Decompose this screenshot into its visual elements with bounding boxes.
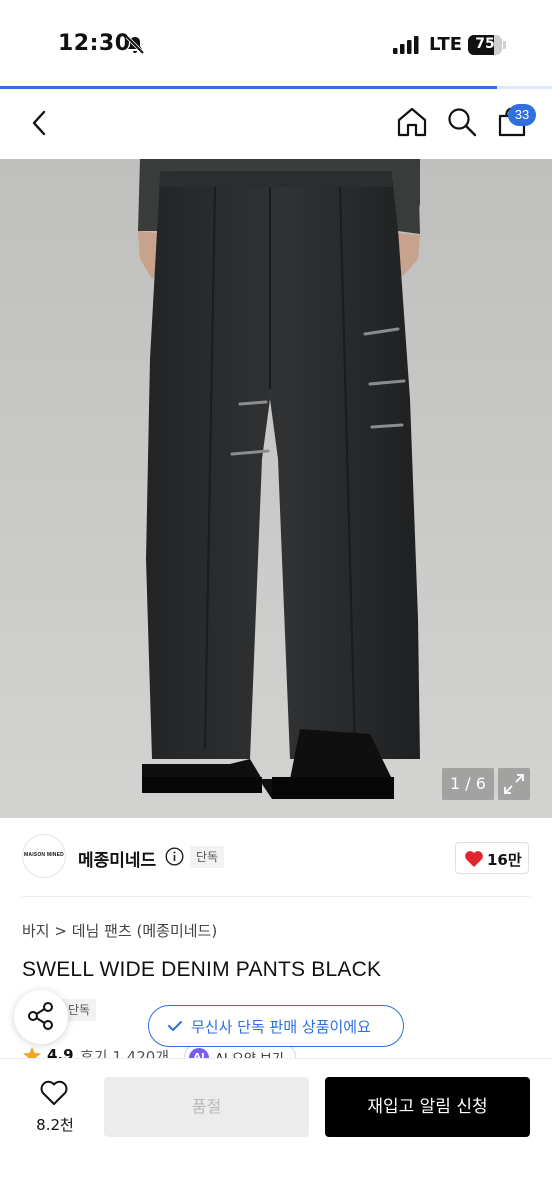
cart-count-badge: 33 [508, 104, 536, 126]
search-icon[interactable] [445, 105, 479, 139]
bottom-action-bar: 8.2천 품절 재입고 알림 신청 [0, 1058, 552, 1200]
wishlist-button[interactable]: 8.2천 [20, 1077, 90, 1141]
home-icon[interactable] [395, 105, 429, 139]
exclusive-badge: 단독 [190, 846, 225, 868]
signal-icon [393, 36, 419, 54]
restock-alert-button[interactable]: 재입고 알림 신청 [325, 1077, 530, 1137]
network-type: LTE [429, 34, 463, 55]
heart-icon [465, 851, 483, 867]
share-icon [28, 1002, 53, 1030]
share-button[interactable] [14, 990, 68, 1044]
breadcrumb: 바지 > 데님 팬츠 (메종미네드) [22, 920, 217, 941]
bell-mute-icon [125, 35, 145, 55]
back-button[interactable] [24, 107, 56, 139]
product-image[interactable] [0, 159, 552, 818]
check-icon [168, 1021, 182, 1031]
battery-icon: 75 [468, 35, 508, 55]
battery-level: 75 [475, 36, 495, 52]
status-bar: 12:30 LTE 75 [0, 0, 552, 86]
info-icon[interactable] [165, 847, 184, 866]
brand-row: MAISON MINED 메종미네드 단독 16만 [0, 818, 552, 896]
image-counter: 1 / 6 [442, 768, 494, 800]
breadcrumb-separator: > [54, 922, 67, 940]
status-time: 12:30 [58, 31, 131, 56]
product-title: SWELL WIDE DENIM PANTS BLACK [22, 958, 382, 981]
toast-text: 무신사 단독 판매 상품이에요 [191, 1018, 371, 1036]
heart-outline-icon [40, 1080, 68, 1105]
breadcrumb-category[interactable]: 바지 [22, 922, 50, 940]
brand-logo[interactable]: MAISON MINED [22, 834, 66, 878]
like-count: 16만 [487, 851, 522, 869]
brand-logo-text: MAISON MINED [24, 852, 64, 858]
soldout-button: 품절 [104, 1077, 309, 1137]
nav-header [0, 89, 552, 159]
brand-like-button[interactable]: 16만 [455, 842, 529, 874]
product-photo [0, 159, 552, 818]
wishlist-count: 8.2천 [36, 1116, 74, 1134]
brand-name[interactable]: 메종미네드 [78, 846, 156, 871]
expand-icon[interactable] [498, 768, 530, 800]
breadcrumb-subcategory[interactable]: 데님 팬츠 (메종미네드) [72, 922, 217, 940]
exclusive-toast: 무신사 단독 판매 상품이에요 [148, 1005, 404, 1047]
divider [22, 896, 530, 897]
